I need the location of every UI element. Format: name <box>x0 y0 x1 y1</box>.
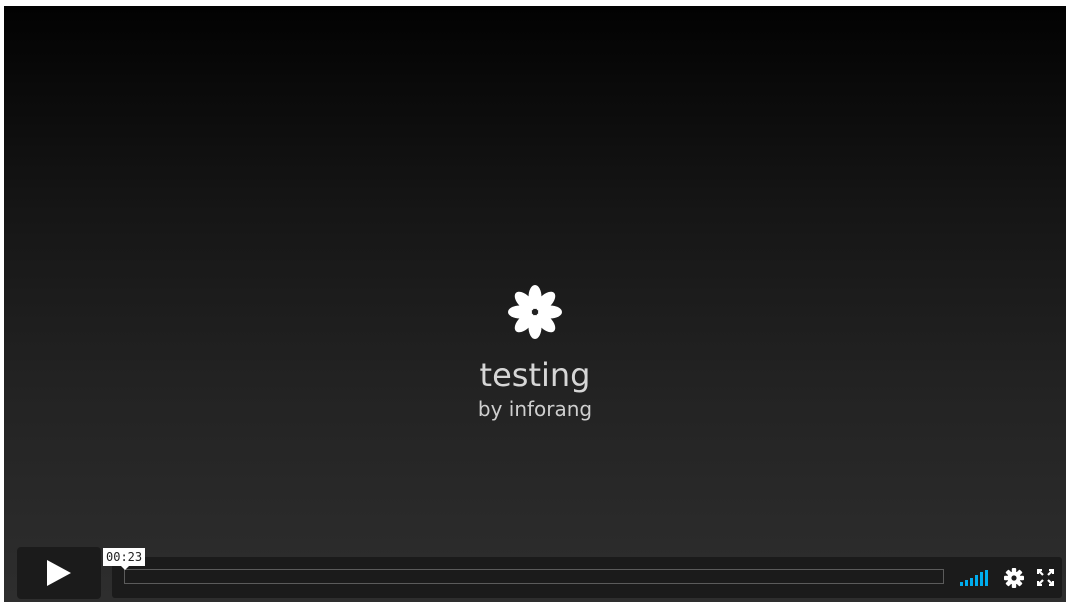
video-player[interactable]: testing by inforang 00:23 <box>4 6 1066 602</box>
play-button[interactable] <box>17 547 101 599</box>
video-byline: by inforang <box>477 397 593 421</box>
fullscreen-icon[interactable] <box>1037 569 1054 586</box>
gear-icon[interactable] <box>1004 568 1024 588</box>
play-icon <box>47 560 71 586</box>
time-tooltip: 00:23 <box>103 548 146 570</box>
control-bar <box>112 557 1062 598</box>
volume-bars-icon[interactable] <box>960 570 990 586</box>
video-title: testing <box>479 356 591 394</box>
progress-bar[interactable] <box>124 569 944 584</box>
flower-logo-icon <box>508 285 562 339</box>
title-card: testing by inforang <box>4 282 1066 422</box>
